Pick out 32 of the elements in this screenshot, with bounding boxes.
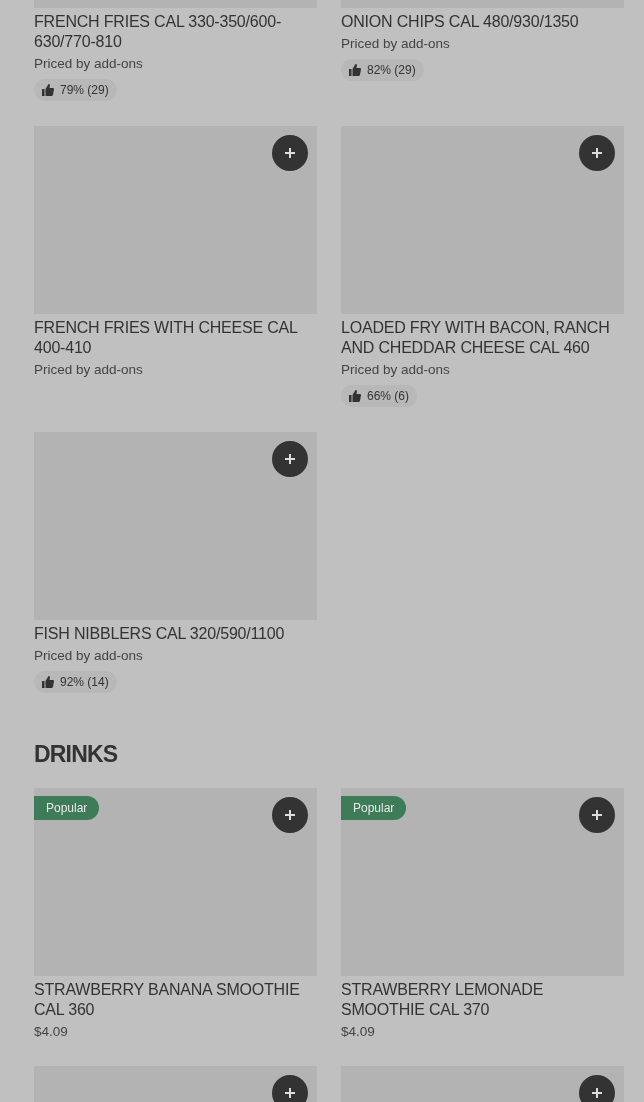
plus-icon xyxy=(284,147,296,159)
popular-badge: Popular xyxy=(34,796,100,820)
popular-badge: Popular xyxy=(341,796,407,820)
plus-icon xyxy=(591,809,603,821)
plus-icon xyxy=(284,809,296,821)
item-price: $4.09 xyxy=(34,1023,69,1041)
thumbs-up-icon xyxy=(349,64,361,76)
item-title: ONION CHIPS CAL 480/930/1350 xyxy=(341,12,580,32)
item-price: Priced by add-ons xyxy=(34,55,144,73)
item-title: LOADED FRY WITH BACON, RANCH AND CHEDDAR CHEESE CAL 460 xyxy=(341,318,611,358)
section-heading: DRINKS xyxy=(34,740,119,769)
thumbs-up-icon xyxy=(42,84,54,96)
item-price: $4.09 xyxy=(341,1023,376,1041)
item-title: STRAWBERRY LEMONADE SMOOTHIE CAL 370 xyxy=(341,980,545,1020)
item-price: Priced by add-ons xyxy=(341,361,451,379)
rating-badge: 82% (29) xyxy=(341,59,424,81)
item-price: Priced by add-ons xyxy=(341,35,451,53)
plus-icon xyxy=(591,1087,603,1099)
plus-icon xyxy=(284,1087,296,1099)
item-title: FISH NIBBLERS CAL 320/590/1100 xyxy=(34,624,286,644)
plus-icon xyxy=(591,147,603,159)
plus-icon xyxy=(284,453,296,465)
item-price: Priced by add-ons xyxy=(34,361,144,379)
rating-badge: 79% (29) xyxy=(34,79,117,101)
item-title: FRENCH FRIES CAL 330-350/600-630/770-810 xyxy=(34,12,283,52)
rating-badge: 92% (14) xyxy=(34,671,117,693)
item-title: FRENCH FRIES WITH CHEESE CAL 400-410 xyxy=(34,318,299,358)
item-price: Priced by add-ons xyxy=(34,647,144,665)
rating-badge: 66% (6) xyxy=(341,385,418,407)
item-title: STRAWBERRY BANANA SMOOTHIE CAL 360 xyxy=(34,980,301,1020)
thumbs-up-icon xyxy=(349,390,361,402)
thumbs-up-icon xyxy=(42,676,54,688)
